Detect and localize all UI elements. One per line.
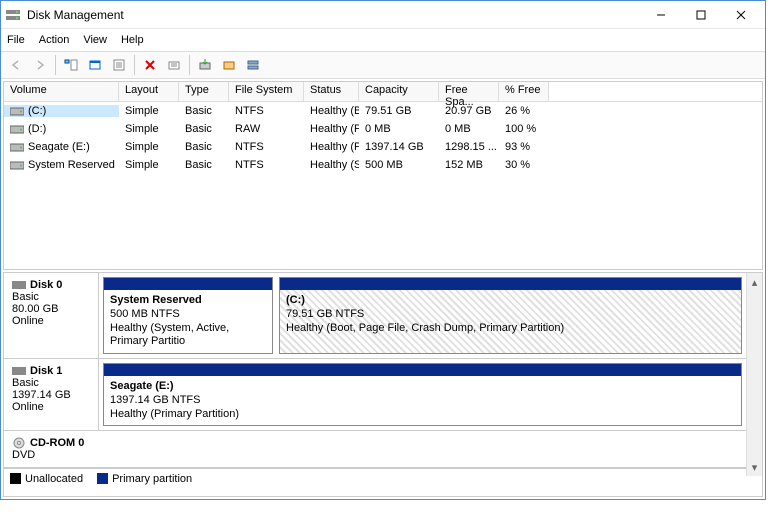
disk-info[interactable]: Disk 0 Basic 80.00 GB Online — [4, 273, 99, 358]
menu-help[interactable]: Help — [121, 34, 144, 46]
disk-row: Disk 1 Basic 1397.14 GB Online Seagate (… — [4, 359, 762, 431]
swatch-primary-icon — [97, 473, 108, 484]
drive-icon — [10, 123, 24, 135]
content-area: Volume Layout Type File System Status Ca… — [1, 79, 765, 499]
table-row[interactable]: System ReservedSimpleBasicNTFSHealthy (S… — [4, 156, 762, 174]
col-filesystem[interactable]: File System — [229, 82, 304, 101]
legend: Unallocated Primary partition — [4, 468, 762, 488]
disks-panel: Disk 0 Basic 80.00 GB Online System Rese… — [3, 272, 763, 497]
window-title: Disk Management — [27, 8, 641, 22]
disk-info[interactable]: CD-ROM 0 DVD — [4, 431, 99, 467]
forward-button[interactable] — [29, 54, 51, 76]
minimize-button[interactable] — [641, 3, 681, 27]
settings-button[interactable] — [163, 54, 185, 76]
scrollbar[interactable]: ▴ ▾ — [746, 273, 762, 476]
cd-icon — [12, 437, 26, 449]
disk-info[interactable]: Disk 1 Basic 1397.14 GB Online — [4, 359, 99, 430]
scroll-up-icon[interactable]: ▴ — [747, 273, 762, 291]
partition-bar — [104, 278, 272, 290]
disk-icon — [12, 365, 26, 377]
partition-c[interactable]: (C:) 79.51 GB NTFS Healthy (Boot, Page F… — [279, 277, 742, 354]
swatch-unallocated-icon — [10, 473, 21, 484]
col-free[interactable]: Free Spa... — [439, 82, 499, 101]
column-headers[interactable]: Volume Layout Type File System Status Ca… — [4, 82, 762, 102]
col-volume[interactable]: Volume — [4, 82, 119, 101]
rescan-button[interactable] — [194, 54, 216, 76]
partition-bar — [280, 278, 741, 290]
menu-file[interactable]: File — [7, 34, 25, 46]
properties-button[interactable] — [108, 54, 130, 76]
table-row[interactable]: Seagate (E:)SimpleBasicNTFSHealthy (P...… — [4, 138, 762, 156]
toolbar — [1, 51, 765, 79]
col-pctfree[interactable]: % Free — [499, 82, 549, 101]
partition-system-reserved[interactable]: System Reserved 500 MB NTFS Healthy (Sys… — [103, 277, 273, 354]
disk-row: Disk 0 Basic 80.00 GB Online System Rese… — [4, 273, 762, 359]
table-row[interactable]: (D:)SimpleBasicRAWHealthy (P...0 MB0 MB1… — [4, 120, 762, 138]
drive-icon — [10, 105, 24, 117]
disk-icon — [12, 279, 26, 291]
disk-management-window: Disk Management File Action View Help Vo… — [0, 0, 766, 500]
table-row[interactable]: (C:)SimpleBasicNTFSHealthy (B...79.51 GB… — [4, 102, 762, 120]
back-button[interactable] — [5, 54, 27, 76]
menu-view[interactable]: View — [83, 34, 107, 46]
delete-button[interactable] — [139, 54, 161, 76]
partition-seagate-e[interactable]: Seagate (E:) 1397.14 GB NTFS Healthy (Pr… — [103, 363, 742, 426]
disk-row: CD-ROM 0 DVD — [4, 431, 762, 468]
menu-bar: File Action View Help — [1, 29, 765, 51]
menu-action[interactable]: Action — [39, 34, 70, 46]
col-layout[interactable]: Layout — [119, 82, 179, 101]
col-status[interactable]: Status — [304, 82, 359, 101]
title-bar[interactable]: Disk Management — [1, 1, 765, 29]
tree-button[interactable] — [60, 54, 82, 76]
disk-button[interactable] — [218, 54, 240, 76]
scroll-down-icon[interactable]: ▾ — [747, 458, 762, 476]
drive-icon — [10, 159, 24, 171]
maximize-button[interactable] — [681, 3, 721, 27]
col-type[interactable]: Type — [179, 82, 229, 101]
list-button[interactable] — [242, 54, 264, 76]
partition-bar — [104, 364, 741, 376]
close-button[interactable] — [721, 3, 761, 27]
volume-list[interactable]: Volume Layout Type File System Status Ca… — [3, 81, 763, 270]
refresh-button[interactable] — [84, 54, 106, 76]
drive-icon — [10, 141, 24, 153]
col-capacity[interactable]: Capacity — [359, 82, 439, 101]
app-icon — [5, 7, 21, 23]
